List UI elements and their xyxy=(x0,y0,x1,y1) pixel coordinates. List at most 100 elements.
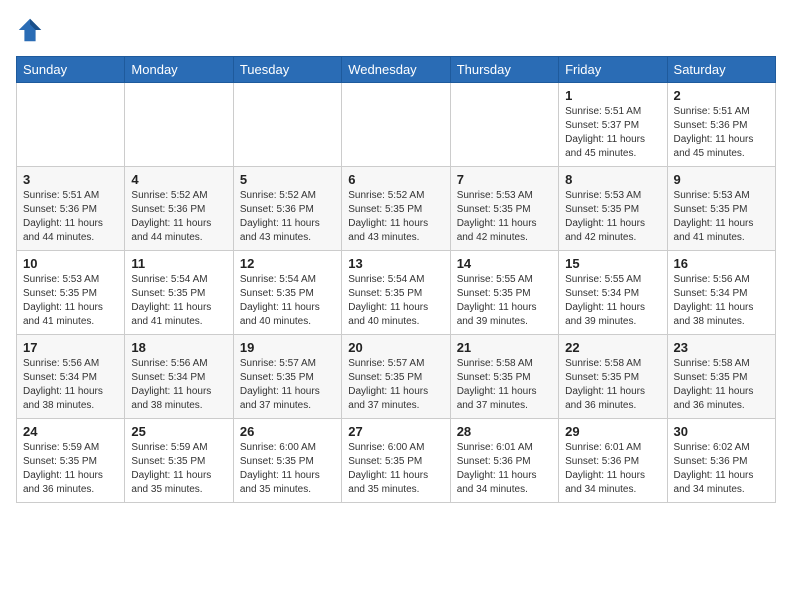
day-info: Sunrise: 5:53 AM Sunset: 5:35 PM Dayligh… xyxy=(674,189,769,245)
calendar-cell: 29 Sunrise: 6:01 AM Sunset: 5:36 PM Dayli… xyxy=(559,419,667,503)
day-info: Sunrise: 5:53 AM Sunset: 5:35 PM Dayligh… xyxy=(23,273,118,329)
calendar-cell: 22 Sunrise: 5:58 AM Sunset: 5:35 PM Dayli… xyxy=(559,335,667,419)
day-number: 23 xyxy=(674,340,769,355)
header-day-monday: Monday xyxy=(125,57,233,83)
calendar-cell: 3 Sunrise: 5:51 AM Sunset: 5:36 PM Daylig… xyxy=(17,167,125,251)
day-info: Sunrise: 5:51 AM Sunset: 5:36 PM Dayligh… xyxy=(23,189,118,245)
day-info: Sunrise: 6:02 AM Sunset: 5:36 PM Dayligh… xyxy=(674,441,769,497)
header-day-friday: Friday xyxy=(559,57,667,83)
calendar-cell: 15Sunrise: 5:55 AM Sunset: 5:34 PM Dayli… xyxy=(559,251,667,335)
day-info: Sunrise: 5:52 AM Sunset: 5:36 PM Dayligh… xyxy=(131,189,226,245)
day-number: 3 xyxy=(23,172,118,187)
day-number: 7 xyxy=(457,172,552,187)
calendar-cell: 6 Sunrise: 5:52 AM Sunset: 5:35 PM Daylig… xyxy=(342,167,450,251)
calendar-cell: 12Sunrise: 5:54 AM Sunset: 5:35 PM Dayli… xyxy=(233,251,341,335)
week-row-1: 1 Sunrise: 5:51 AM Sunset: 5:37 PM Daylig… xyxy=(17,83,776,167)
day-info: Sunrise: 5:59 AM Sunset: 5:35 PM Dayligh… xyxy=(23,441,118,497)
calendar-cell: 13 Sunrise: 5:54 AM Sunset: 5:35 PM Dayli… xyxy=(342,251,450,335)
day-number: 11 xyxy=(131,256,226,271)
calendar-cell: 4 Sunrise: 5:52 AM Sunset: 5:36 PM Daylig… xyxy=(125,167,233,251)
day-number: 28 xyxy=(457,424,552,439)
calendar-cell: 2Sunrise: 5:51 AM Sunset: 5:36 PM Daylig… xyxy=(667,83,775,167)
page-header xyxy=(16,16,776,44)
day-number: 15 xyxy=(565,256,660,271)
calendar-cell: 14Sunrise: 5:55 AM Sunset: 5:35 PM Dayli… xyxy=(450,251,558,335)
calendar-cell: 1 Sunrise: 5:51 AM Sunset: 5:37 PM Daylig… xyxy=(559,83,667,167)
day-info: Sunrise: 5:53 AM Sunset: 5:35 PM Dayligh… xyxy=(565,189,660,245)
day-info: Sunrise: 5:54 AM Sunset: 5:35 PM Dayligh… xyxy=(131,273,226,329)
day-number: 20 xyxy=(348,340,443,355)
day-number: 24 xyxy=(23,424,118,439)
week-row-3: 10 Sunrise: 5:53 AM Sunset: 5:35 PM Dayli… xyxy=(17,251,776,335)
calendar-cell xyxy=(342,83,450,167)
day-info: Sunrise: 5:52 AM Sunset: 5:35 PM Dayligh… xyxy=(348,189,443,245)
calendar-cell xyxy=(450,83,558,167)
calendar-cell: 24 Sunrise: 5:59 AM Sunset: 5:35 PM Dayli… xyxy=(17,419,125,503)
day-number: 30 xyxy=(674,424,769,439)
day-number: 27 xyxy=(348,424,443,439)
day-info: Sunrise: 5:58 AM Sunset: 5:35 PM Dayligh… xyxy=(674,357,769,413)
calendar-table: SundayMondayTuesdayWednesdayThursdayFrid… xyxy=(16,56,776,503)
calendar-cell: 9Sunrise: 5:53 AM Sunset: 5:35 PM Daylig… xyxy=(667,167,775,251)
calendar-cell: 30 Sunrise: 6:02 AM Sunset: 5:36 PM Dayli… xyxy=(667,419,775,503)
day-info: Sunrise: 5:56 AM Sunset: 5:34 PM Dayligh… xyxy=(23,357,118,413)
day-info: Sunrise: 5:57 AM Sunset: 5:35 PM Dayligh… xyxy=(348,357,443,413)
logo-icon xyxy=(16,16,44,44)
header-day-tuesday: Tuesday xyxy=(233,57,341,83)
day-number: 29 xyxy=(565,424,660,439)
day-info: Sunrise: 5:55 AM Sunset: 5:35 PM Dayligh… xyxy=(457,273,552,329)
day-info: Sunrise: 5:56 AM Sunset: 5:34 PM Dayligh… xyxy=(674,273,769,329)
day-info: Sunrise: 5:56 AM Sunset: 5:34 PM Dayligh… xyxy=(131,357,226,413)
day-info: Sunrise: 5:58 AM Sunset: 5:35 PM Dayligh… xyxy=(565,357,660,413)
day-number: 8 xyxy=(565,172,660,187)
day-info: Sunrise: 5:52 AM Sunset: 5:36 PM Dayligh… xyxy=(240,189,335,245)
calendar-cell: 25 Sunrise: 5:59 AM Sunset: 5:35 PM Dayli… xyxy=(125,419,233,503)
calendar-cell: 28Sunrise: 6:01 AM Sunset: 5:36 PM Dayli… xyxy=(450,419,558,503)
day-number: 26 xyxy=(240,424,335,439)
week-row-5: 24 Sunrise: 5:59 AM Sunset: 5:35 PM Dayli… xyxy=(17,419,776,503)
header-row: SundayMondayTuesdayWednesdayThursdayFrid… xyxy=(17,57,776,83)
week-row-4: 17 Sunrise: 5:56 AM Sunset: 5:34 PM Dayli… xyxy=(17,335,776,419)
day-info: Sunrise: 6:01 AM Sunset: 5:36 PM Dayligh… xyxy=(565,441,660,497)
calendar-cell: 17 Sunrise: 5:56 AM Sunset: 5:34 PM Dayli… xyxy=(17,335,125,419)
day-number: 25 xyxy=(131,424,226,439)
day-number: 18 xyxy=(131,340,226,355)
calendar-cell: 8 Sunrise: 5:53 AM Sunset: 5:35 PM Daylig… xyxy=(559,167,667,251)
day-number: 4 xyxy=(131,172,226,187)
calendar-body: 1 Sunrise: 5:51 AM Sunset: 5:37 PM Daylig… xyxy=(17,83,776,503)
page-container: SundayMondayTuesdayWednesdayThursdayFrid… xyxy=(0,0,792,519)
calendar-cell: 5 Sunrise: 5:52 AM Sunset: 5:36 PM Daylig… xyxy=(233,167,341,251)
day-number: 1 xyxy=(565,88,660,103)
day-info: Sunrise: 6:00 AM Sunset: 5:35 PM Dayligh… xyxy=(348,441,443,497)
day-number: 6 xyxy=(348,172,443,187)
day-number: 17 xyxy=(23,340,118,355)
week-row-2: 3 Sunrise: 5:51 AM Sunset: 5:36 PM Daylig… xyxy=(17,167,776,251)
day-info: Sunrise: 5:51 AM Sunset: 5:37 PM Dayligh… xyxy=(565,105,660,161)
day-number: 21 xyxy=(457,340,552,355)
header-day-sunday: Sunday xyxy=(17,57,125,83)
day-number: 22 xyxy=(565,340,660,355)
day-number: 10 xyxy=(23,256,118,271)
day-info: Sunrise: 5:53 AM Sunset: 5:35 PM Dayligh… xyxy=(457,189,552,245)
calendar-cell: 10 Sunrise: 5:53 AM Sunset: 5:35 PM Dayli… xyxy=(17,251,125,335)
day-number: 2 xyxy=(674,88,769,103)
calendar-header: SundayMondayTuesdayWednesdayThursdayFrid… xyxy=(17,57,776,83)
calendar-cell: 11 Sunrise: 5:54 AM Sunset: 5:35 PM Dayli… xyxy=(125,251,233,335)
calendar-cell: 27 Sunrise: 6:00 AM Sunset: 5:35 PM Dayli… xyxy=(342,419,450,503)
calendar-cell: 19Sunrise: 5:57 AM Sunset: 5:35 PM Dayli… xyxy=(233,335,341,419)
day-info: Sunrise: 5:54 AM Sunset: 5:35 PM Dayligh… xyxy=(240,273,335,329)
day-number: 13 xyxy=(348,256,443,271)
calendar-cell: 16 Sunrise: 5:56 AM Sunset: 5:34 PM Dayli… xyxy=(667,251,775,335)
day-number: 16 xyxy=(674,256,769,271)
day-info: Sunrise: 5:59 AM Sunset: 5:35 PM Dayligh… xyxy=(131,441,226,497)
calendar-cell: 18 Sunrise: 5:56 AM Sunset: 5:34 PM Dayli… xyxy=(125,335,233,419)
calendar-cell xyxy=(233,83,341,167)
day-info: Sunrise: 5:54 AM Sunset: 5:35 PM Dayligh… xyxy=(348,273,443,329)
calendar-cell xyxy=(17,83,125,167)
day-number: 19 xyxy=(240,340,335,355)
calendar-cell: 7 Sunrise: 5:53 AM Sunset: 5:35 PM Daylig… xyxy=(450,167,558,251)
day-number: 5 xyxy=(240,172,335,187)
header-day-thursday: Thursday xyxy=(450,57,558,83)
header-day-wednesday: Wednesday xyxy=(342,57,450,83)
calendar-cell: 23 Sunrise: 5:58 AM Sunset: 5:35 PM Dayli… xyxy=(667,335,775,419)
